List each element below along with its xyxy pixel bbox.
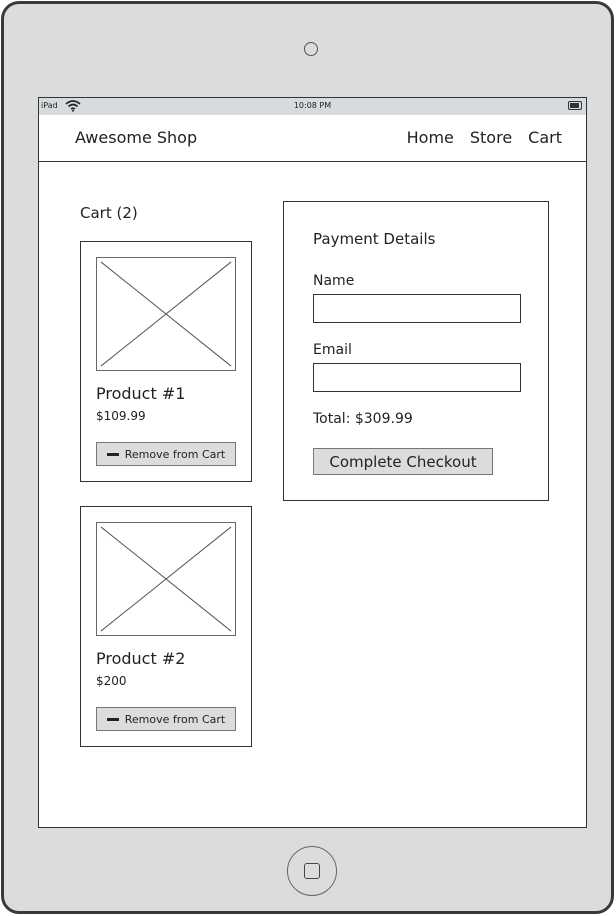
status-bar: iPad 10:08 PM	[39, 98, 586, 115]
screen: iPad 10:08 PM Awesome Shop Home Store Ca…	[38, 97, 587, 828]
brand-logo[interactable]: Awesome Shop	[75, 128, 197, 147]
home-button[interactable]	[287, 846, 337, 896]
email-field[interactable]	[313, 363, 521, 392]
product-price: $109.99	[96, 409, 146, 423]
cart-title: Cart (2)	[80, 204, 138, 222]
ipad-device-frame: iPad 10:08 PM Awesome Shop Home Store Ca…	[1, 1, 614, 914]
minus-icon	[106, 717, 119, 721]
nav-link-home[interactable]: Home	[407, 128, 454, 147]
nav-links: Home Store Cart	[407, 128, 562, 147]
complete-checkout-button[interactable]: Complete Checkout	[313, 448, 493, 475]
image-placeholder-icon	[96, 522, 236, 636]
product-price: $200	[96, 674, 127, 688]
remove-label: Remove from Cart	[124, 712, 226, 726]
payment-details-panel: Payment Details Name Email Total: $309.9…	[283, 201, 549, 501]
remove-from-cart-button[interactable]: Remove from Cart	[96, 442, 236, 466]
name-label: Name	[313, 273, 355, 289]
product-name: Product #1	[96, 384, 186, 403]
remove-label: Remove from Cart	[124, 447, 226, 461]
payment-title: Payment Details	[313, 230, 436, 248]
product-name: Product #2	[96, 649, 186, 668]
minus-icon	[106, 452, 119, 456]
cart-item: Product #1 $109.99 Remove from Cart	[80, 241, 252, 482]
cart-item: Product #2 $200 Remove from Cart	[80, 506, 252, 747]
battery-icon	[568, 101, 582, 110]
navbar: Awesome Shop Home Store Cart	[39, 115, 586, 162]
nav-link-cart[interactable]: Cart	[528, 128, 562, 147]
order-total: Total: $309.99	[313, 411, 413, 427]
image-placeholder-icon	[96, 257, 236, 371]
remove-from-cart-button[interactable]: Remove from Cart	[96, 707, 236, 731]
email-label: Email	[313, 342, 352, 358]
nav-link-store[interactable]: Store	[470, 128, 512, 147]
status-time: 10:08 PM	[293, 101, 332, 110]
camera-icon	[304, 42, 318, 56]
home-square-icon	[304, 863, 320, 879]
name-field[interactable]	[313, 294, 521, 323]
